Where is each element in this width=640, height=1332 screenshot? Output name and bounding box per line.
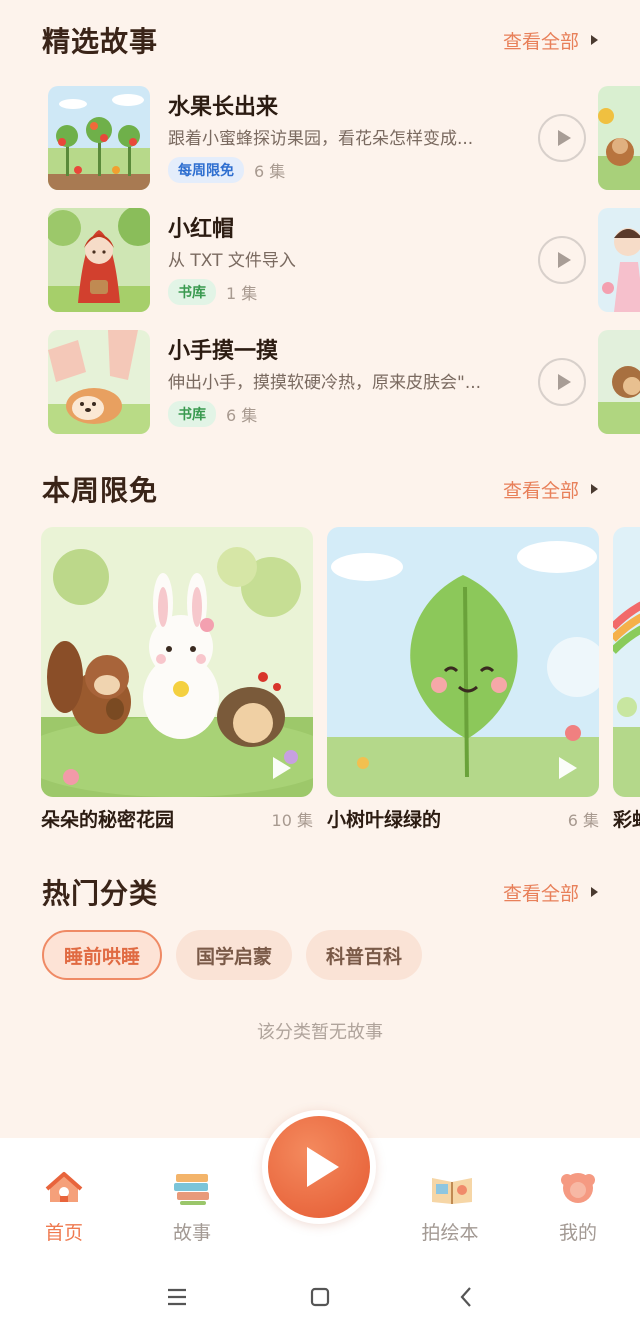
story-row[interactable]: 水果长出来 跟着小蜜蜂探访果园，看花朵怎样变成... 每周限免 6 集	[48, 86, 588, 190]
story-play-button[interactable]	[538, 114, 586, 162]
card-footer: 彩虹	[613, 805, 640, 832]
weekly-card[interactable]: 朵朵的秘密花园 10 集	[41, 527, 313, 832]
categories-section-title: 热门分类	[42, 877, 159, 910]
play-icon	[557, 130, 571, 146]
category-chips: 睡前哄睡 国学启蒙 科普百科	[42, 930, 423, 980]
weekly-see-all-link[interactable]: 查看全部	[503, 476, 598, 503]
weekly-card[interactable]: 小树叶绿绿的 6 集	[327, 527, 599, 832]
nav-item-stories[interactable]: 故事	[142, 1170, 242, 1245]
card-cover	[613, 527, 640, 797]
play-icon	[307, 1147, 339, 1187]
books-icon	[172, 1170, 212, 1206]
system-nav-bar	[0, 1260, 640, 1332]
back-icon[interactable]	[452, 1282, 482, 1312]
play-icon	[559, 757, 577, 779]
weekly-section-header: 本周限免 查看全部	[42, 467, 598, 511]
story-tag: 书库	[168, 401, 216, 427]
story-peek-cover[interactable]	[598, 86, 640, 190]
card-cover	[41, 527, 313, 797]
nav-label: 我的	[558, 1222, 597, 1244]
home-square-icon[interactable]	[305, 1282, 335, 1312]
categories-see-all-link[interactable]: 查看全部	[503, 879, 598, 906]
card-title: 朵朵的秘密花园	[41, 809, 175, 831]
story-peek-cover[interactable]	[598, 330, 640, 434]
see-all-label: 查看全部	[502, 882, 579, 905]
story-cover	[48, 330, 150, 434]
weekly-section-title: 本周限免	[42, 474, 159, 507]
play-icon	[557, 252, 571, 268]
featured-see-all-link[interactable]: 查看全部	[503, 27, 598, 54]
arrow-right-icon	[591, 887, 598, 897]
story-cover	[48, 86, 150, 190]
arrow-right-icon	[591, 35, 598, 45]
story-meta: 每周限免 6 集	[168, 157, 508, 183]
weekly-card[interactable]: 彩虹	[613, 527, 640, 832]
home-icon	[44, 1170, 84, 1206]
story-cover	[48, 208, 150, 312]
home-page: 精选故事 查看全部 水果长出来 跟着小蜜蜂探访果园，看花朵怎样变成... 每周限…	[0, 0, 640, 1140]
story-title: 小红帽	[168, 217, 235, 242]
card-episodes: 10 集	[271, 810, 313, 830]
profile-icon	[558, 1170, 598, 1206]
story-episodes: 1 集	[226, 284, 258, 303]
story-info: 小手摸一摸 伸出小手，摸摸软硬冷热，原来皮肤会"... 书库 6 集	[168, 337, 508, 427]
story-play-button[interactable]	[538, 236, 586, 284]
empty-state-text: 该分类暂无故事	[257, 1022, 383, 1043]
card-footer: 小树叶绿绿的 6 集	[327, 805, 599, 832]
play-icon	[557, 374, 571, 390]
story-row[interactable]: 小手摸一摸 伸出小手，摸摸软硬冷热，原来皮肤会"... 书库 6 集	[48, 330, 588, 434]
card-title: 彩虹	[613, 809, 640, 831]
arrow-right-icon	[591, 484, 598, 494]
see-all-label: 查看全部	[502, 30, 579, 53]
story-title: 小手摸一摸	[168, 339, 279, 364]
card-episodes: 6 集	[567, 810, 599, 830]
story-description: 伸出小手，摸摸软硬冷热，原来皮肤会"...	[168, 373, 482, 393]
story-title: 水果长出来	[168, 95, 279, 120]
categories-section-header: 热门分类 查看全部	[42, 870, 598, 914]
story-tag: 书库	[168, 279, 216, 305]
story-meta: 书库 6 集	[168, 401, 508, 427]
center-play-circle	[268, 1116, 370, 1218]
nav-item-picture-book[interactable]: 拍绘本	[400, 1170, 500, 1245]
nav-label: 首页	[44, 1222, 83, 1244]
nav-label: 故事	[172, 1222, 211, 1244]
featured-section-title: 精选故事	[42, 25, 159, 58]
see-all-label: 查看全部	[502, 479, 579, 502]
category-chip-classics[interactable]: 国学启蒙	[176, 930, 293, 980]
center-play-button[interactable]	[262, 1110, 376, 1224]
story-description: 跟着小蜜蜂探访果园，看花朵怎样变成...	[168, 129, 474, 149]
story-episodes: 6 集	[226, 406, 258, 425]
card-cover	[327, 527, 599, 797]
category-chip-science[interactable]: 科普百科	[306, 930, 423, 980]
story-description: 从 TXT 文件导入	[168, 251, 296, 271]
story-tag: 每周限免	[168, 157, 244, 183]
card-title: 小树叶绿绿的	[327, 809, 442, 831]
story-info: 水果长出来 跟着小蜜蜂探访果园，看花朵怎样变成... 每周限免 6 集	[168, 93, 508, 183]
story-peek-cover[interactable]	[598, 208, 640, 312]
menu-icon[interactable]	[162, 1282, 192, 1312]
category-chip-bedtime[interactable]: 睡前哄睡	[42, 930, 163, 980]
story-info: 小红帽 从 TXT 文件导入 书库 1 集	[168, 215, 508, 305]
story-row[interactable]: 小红帽 从 TXT 文件导入 书库 1 集	[48, 208, 588, 312]
featured-section-header: 精选故事 查看全部	[42, 18, 598, 62]
story-meta: 书库 1 集	[168, 279, 508, 305]
nav-label: 拍绘本	[421, 1222, 479, 1244]
story-play-button[interactable]	[538, 358, 586, 406]
picture-book-icon	[430, 1170, 472, 1206]
nav-item-profile[interactable]: 我的	[528, 1170, 628, 1245]
card-footer: 朵朵的秘密花园 10 集	[41, 805, 313, 832]
nav-item-home[interactable]: 首页	[14, 1170, 114, 1245]
story-episodes: 6 集	[254, 162, 286, 181]
play-icon	[273, 757, 291, 779]
